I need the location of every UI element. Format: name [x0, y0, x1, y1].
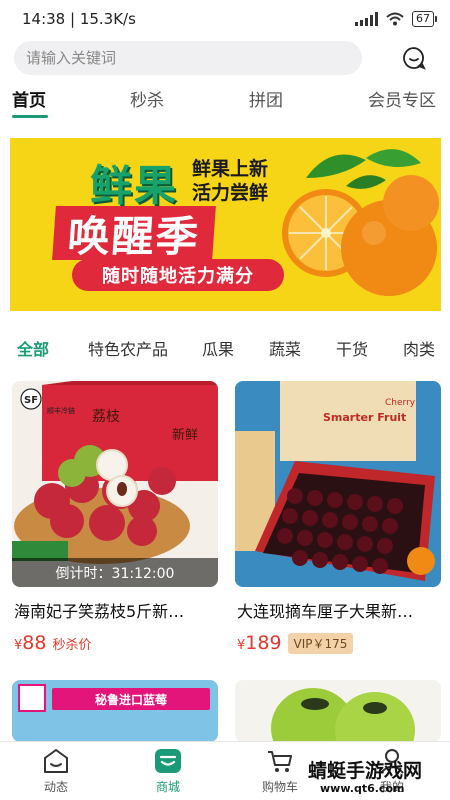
orange-image [282, 149, 439, 296]
category-all[interactable]: 全部 [17, 336, 49, 360]
status-time-speed: 14:38 | 15.3K/s [22, 10, 136, 28]
product-card[interactable] [235, 680, 441, 742]
product-price: ¥88 [14, 632, 47, 654]
flash-sale-tag: 秒杀价 [52, 637, 92, 653]
product-image: Smarter Fruit Cherry [235, 381, 441, 587]
nav-item-mall[interactable]: 商城 [128, 742, 208, 800]
product-image: 荔枝 新鲜 SF 顺丰冷链 倒计时：31:12:00 [12, 381, 218, 587]
fresh-text: 新鲜 [172, 427, 198, 443]
product-card[interactable]: Smarter Fruit Cherry 大连现摘车厘子大果新… ¥189 VI… [235, 381, 441, 661]
product-title: 海南妃子笑荔枝5斤新… [14, 602, 185, 621]
tab-underline [12, 115, 48, 118]
lychee-image: 荔枝 新鲜 SF 顺丰冷链 [12, 381, 218, 587]
vip-price-badge: VIP￥175 [287, 632, 354, 654]
box-text: 荔枝 [92, 409, 120, 425]
countdown-timer: 倒计时：31:12:00 [12, 558, 218, 587]
battery-icon: 67 [412, 11, 437, 27]
blueberry-banner-text: 秘鲁进口蓝莓 [94, 692, 167, 707]
cart-icon [268, 751, 292, 772]
category-melon-fruit[interactable]: 瓜果 [202, 336, 234, 360]
nav-label: 商城 [155, 780, 180, 794]
wifi-icon [386, 12, 404, 26]
tab-member-zone[interactable]: 会员专区 [368, 86, 436, 111]
category-specialty[interactable]: 特色农产品 [88, 336, 168, 360]
product-price: ¥189 [237, 632, 282, 654]
sf-logo-text: SF [24, 395, 38, 406]
watermark-text: 蜻蜓手游戏网 [308, 760, 423, 782]
nav-item-feed[interactable]: 动态 [16, 742, 96, 800]
search-input[interactable] [26, 49, 362, 67]
search-row [0, 40, 450, 76]
top-tabs: 首页 秒杀 拼团 会员专区 [0, 86, 450, 118]
product-card[interactable]: 秘鲁进口蓝莓 [12, 680, 218, 742]
category-vegetables[interactable]: 蔬菜 [269, 336, 301, 360]
search-box[interactable] [14, 41, 362, 75]
category-dry-goods[interactable]: 干货 [336, 336, 368, 360]
home-feed-icon [44, 749, 68, 773]
tab-home[interactable]: 首页 [12, 86, 46, 111]
status-icons: 67 [355, 11, 437, 27]
box-title-text: Smarter Fruit [323, 411, 406, 424]
apple-image [271, 688, 415, 742]
category-meat[interactable]: 肉类 [403, 336, 435, 360]
price-row: ¥88 秒杀价 [14, 632, 91, 654]
tab-flash-sale[interactable]: 秒杀 [130, 86, 164, 111]
signal-icon [355, 12, 378, 26]
watermark-url: www.qt6.com [320, 782, 405, 795]
product-card[interactable]: 荔枝 新鲜 SF 顺丰冷链 倒计时：31:12:00 海南妃子笑荔枝5斤新… ¥… [12, 381, 218, 661]
message-icon[interactable] [402, 46, 426, 70]
tab-group-buy[interactable]: 拼团 [249, 86, 283, 111]
category-tabs: 全部 特色农产品 瓜果 蔬菜 干货 肉类 [0, 336, 450, 362]
sf-brand-text: 顺丰冷链 [47, 406, 75, 415]
promo-banner[interactable]: 鲜果 鲜果上新 活力尝鲜 唤醒季 随时随地活力满分 [10, 138, 441, 311]
product-title: 大连现摘车厘子大果新… [237, 602, 414, 621]
cherry-image: Smarter Fruit Cherry [235, 381, 441, 587]
status-bar: 14:38 | 15.3K/s 67 [0, 0, 450, 38]
nav-label: 动态 [43, 780, 68, 794]
banner-wake-text: 唤醒季 [52, 206, 216, 261]
cherry-text: Cherry [385, 398, 416, 408]
price-row: ¥189 VIP￥175 [237, 632, 354, 654]
mall-icon [155, 749, 181, 773]
